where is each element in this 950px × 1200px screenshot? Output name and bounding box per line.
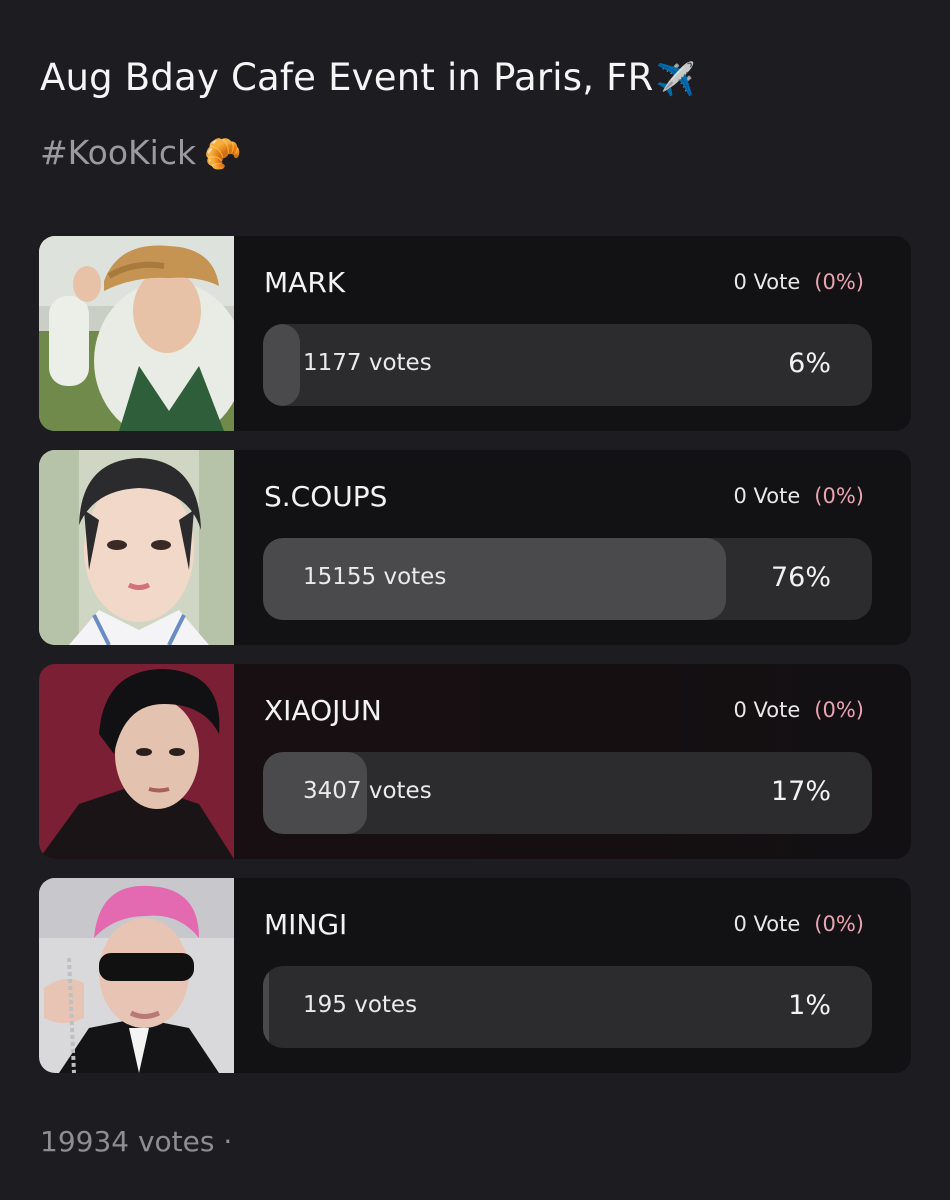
vote-percent: 76%: [770, 562, 831, 593]
vote-total: 195 votes: [303, 992, 418, 1018]
vote-total: 3407 votes: [303, 778, 432, 804]
poll-title: Aug Bday Cafe Event in Paris, FR✈️: [40, 56, 696, 99]
my-vote-percent: (0%): [814, 270, 864, 294]
vote-percent: 1%: [788, 990, 831, 1021]
poll-option-mark[interactable]: MARK 0 Vote (0%) 1177 votes 6%: [39, 236, 911, 431]
total-votes: 19934 votes ·: [40, 1125, 233, 1158]
poll-option-scoups[interactable]: S.COUPS 0 Vote (0%) 15155 votes 76%: [39, 450, 911, 645]
my-vote-percent: (0%): [814, 698, 864, 722]
my-vote-count: 0 Vote: [733, 912, 801, 936]
vote-progress-fill: [263, 324, 300, 406]
my-vote-info: 0 Vote (0%): [734, 698, 864, 722]
option-name: S.COUPS: [264, 480, 388, 513]
option-name: MARK: [264, 266, 346, 299]
vote-total: 1177 votes: [303, 350, 432, 376]
airplane-icon: ✈️: [655, 60, 696, 98]
vote-total: 15155 votes: [303, 564, 447, 590]
my-vote-count: 0 Vote: [733, 270, 801, 294]
option-name: MINGI: [264, 908, 348, 941]
option-name: XIAOJUN: [264, 694, 382, 727]
vote-percent: 17%: [770, 776, 831, 807]
poll-options: MARK 0 Vote (0%) 1177 votes 6% S.COUPS 0…: [39, 236, 911, 1092]
vote-progress-bar[interactable]: 1177 votes 6%: [263, 324, 872, 406]
croissant-icon: 🥐: [204, 137, 242, 172]
poll-option-mingi[interactable]: MINGI 0 Vote (0%) 195 votes 1%: [39, 878, 911, 1073]
avatar-mark: [39, 236, 234, 431]
hashtag-text[interactable]: #KooKick: [40, 133, 196, 172]
avatar-mingi: [39, 878, 234, 1073]
poll-option-xiaojun[interactable]: XIAOJUN 0 Vote (0%) 3407 votes 17%: [39, 664, 911, 859]
vote-progress-fill: [263, 966, 270, 1048]
avatar-xiaojun: [39, 664, 234, 859]
vote-progress-bar[interactable]: 3407 votes 17%: [263, 752, 872, 834]
my-vote-info: 0 Vote (0%): [734, 484, 864, 508]
poll-title-text: Aug Bday Cafe Event in Paris, FR: [40, 56, 654, 99]
my-vote-info: 0 Vote (0%): [734, 270, 864, 294]
vote-percent: 6%: [788, 348, 831, 379]
my-vote-count: 0 Vote: [733, 698, 801, 722]
poll-hashtag: #KooKick 🥐: [40, 133, 241, 172]
avatar-scoups: [39, 450, 234, 645]
my-vote-percent: (0%): [814, 484, 864, 508]
my-vote-info: 0 Vote (0%): [734, 912, 864, 936]
vote-progress-bar[interactable]: 195 votes 1%: [263, 966, 872, 1048]
my-vote-percent: (0%): [814, 912, 864, 936]
vote-progress-bar[interactable]: 15155 votes 76%: [263, 538, 872, 620]
my-vote-count: 0 Vote: [733, 484, 801, 508]
